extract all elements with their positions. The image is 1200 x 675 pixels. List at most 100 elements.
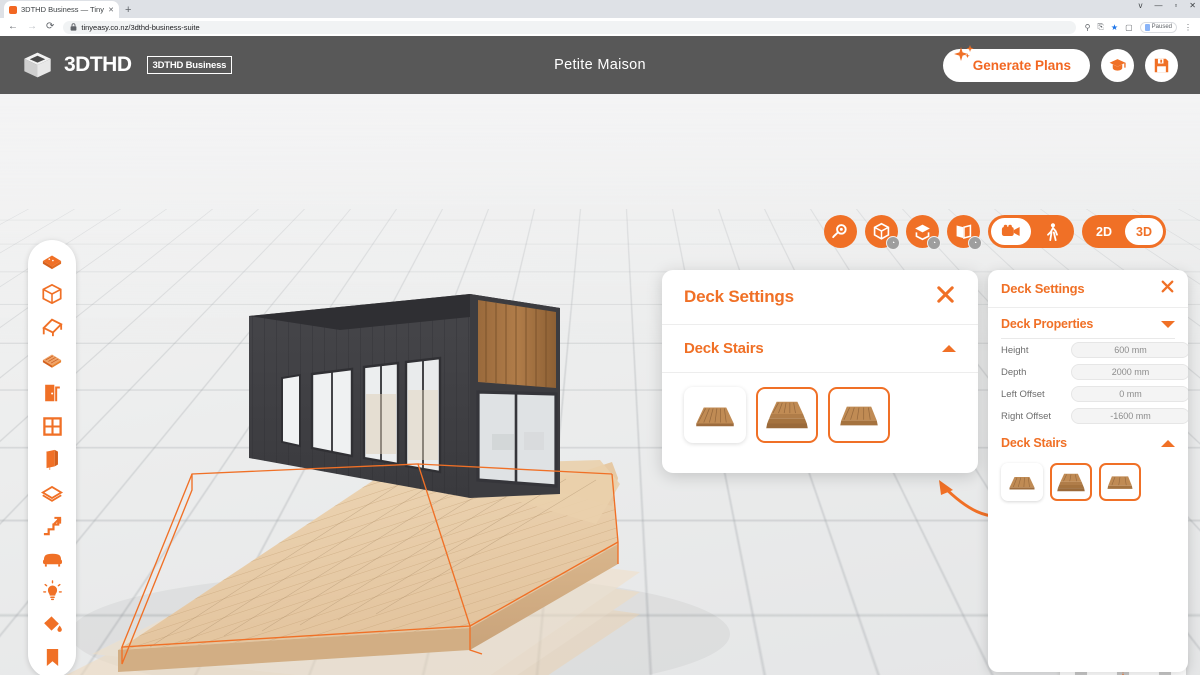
view-tool-model[interactable]: ◔ — [865, 215, 900, 250]
close-x-icon — [937, 286, 954, 303]
magnifier-icon — [832, 224, 847, 239]
reload-button[interactable]: ⟳ — [46, 22, 54, 32]
close-window-button[interactable]: ✕ — [1189, 1, 1196, 10]
stair-option-wide[interactable] — [1050, 463, 1092, 501]
generate-plans-label: Generate Plans — [972, 57, 1071, 73]
grid-floor — [0, 94, 1200, 209]
lightbulb-icon — [42, 580, 62, 601]
browser-menu-icon[interactable]: ⋮ — [1184, 23, 1192, 32]
sidebar-item-room[interactable] — [33, 278, 71, 310]
depth-label: Depth — [1001, 366, 1027, 378]
view-tool-roof-toggle[interactable]: ◔ — [906, 215, 941, 250]
brand-name: 3DTHD — [64, 53, 132, 76]
caret-up-icon[interactable] — [1161, 439, 1175, 447]
view-2d-option[interactable]: 2D — [1085, 218, 1123, 245]
new-tab-button[interactable]: + — [125, 5, 131, 18]
panel-stair-options — [988, 457, 1188, 501]
back-button[interactable]: ← — [8, 22, 18, 32]
deck-stairs-section-header[interactable]: Deck Stairs — [988, 427, 1188, 457]
browser-tabstrip: 3DTHD Business — Tiny Easy - T ✕ + v — ▫… — [0, 0, 1200, 18]
save-button[interactable] — [1145, 48, 1178, 82]
left-offset-label: Left Offset — [1001, 388, 1045, 400]
property-row-left-offset: Left Offset — [988, 383, 1188, 405]
browser-tab[interactable]: 3DTHD Business — Tiny Easy - T ✕ — [4, 1, 119, 18]
learn-button[interactable] — [1101, 48, 1134, 82]
height-label: Height — [1001, 344, 1029, 356]
property-row-height: Height — [988, 339, 1188, 361]
right-offset-input[interactable] — [1071, 408, 1188, 424]
window-icon — [42, 416, 62, 436]
modal-title: Deck Settings — [684, 287, 794, 306]
stair-option-wide[interactable] — [756, 387, 818, 443]
minimize-button[interactable]: — — [1154, 1, 1162, 10]
sidebar-item-floor[interactable] — [33, 476, 71, 508]
walk-mode-option[interactable] — [1033, 218, 1071, 245]
view-3d-option[interactable]: 3D — [1125, 218, 1163, 245]
modal-deck-stairs-section-header[interactable]: Deck Stairs — [662, 325, 978, 373]
browser-omnibar: ← → ⟳ tinyeasy.co.nz/3dthd-business-suit… — [0, 18, 1200, 36]
dimension-toggle[interactable]: 2D 3D — [1082, 215, 1166, 248]
depth-input[interactable] — [1071, 364, 1188, 380]
sidebar-item-stairs[interactable] — [33, 509, 71, 541]
header-actions: Generate Plans — [942, 44, 1178, 82]
stair-thumb-single-icon — [840, 406, 878, 426]
favicon — [9, 5, 17, 14]
property-row-right-offset: Right Offset — [988, 405, 1188, 427]
sidebar-item-furniture[interactable] — [33, 542, 71, 574]
caret-up-icon[interactable] — [942, 345, 956, 352]
camera-mode-option[interactable] — [991, 218, 1031, 245]
height-input[interactable] — [1071, 342, 1188, 358]
chevron-down-icon[interactable]: v — [1138, 1, 1142, 10]
stair-thumb-flat-icon — [1009, 477, 1035, 490]
stair-option-none[interactable] — [684, 387, 746, 443]
sidebar-item-materials[interactable] — [33, 608, 71, 640]
sidebar-item-window[interactable] — [33, 410, 71, 442]
stair-thumb-single-icon — [1107, 476, 1133, 489]
camera-mode-toggle[interactable] — [988, 215, 1074, 248]
left-offset-input[interactable] — [1071, 386, 1188, 402]
view-tool-walls[interactable]: ◔ — [947, 215, 982, 250]
sidepanel-icon[interactable]: ▢ — [1125, 23, 1133, 32]
sidebar-item-deck[interactable] — [33, 344, 71, 376]
bookmark-star-icon[interactable]: ★ — [1111, 23, 1118, 32]
close-icon[interactable] — [935, 284, 956, 310]
stair-thumb-flat-icon — [696, 407, 734, 427]
sidebar-item-door[interactable] — [33, 377, 71, 409]
paused-extension-badge[interactable]: Paused — [1139, 21, 1177, 33]
tab-close-icon[interactable]: ✕ — [108, 6, 114, 14]
sparkle-icon — [953, 44, 974, 61]
viewport-3d[interactable]: ◔ ◔ ◔ 2D 3D Deck Settings Deck Stairs De… — [0, 94, 1200, 675]
sidebar-item-bookmarks[interactable] — [33, 641, 71, 673]
browser-chrome: 3DTHD Business — Tiny Easy - T ✕ + v — ▫… — [0, 0, 1200, 36]
stair-thumb-wide-icon — [1057, 473, 1085, 491]
deck-boards-icon — [42, 354, 62, 368]
password-key-icon[interactable]: ⚲ — [1085, 23, 1091, 32]
left-toolbar — [28, 240, 76, 675]
deck-properties-title: Deck Properties — [1001, 317, 1094, 331]
share-icon[interactable]: ⎘ — [1098, 22, 1104, 32]
url-bar[interactable]: tinyeasy.co.nz/3dthd-business-suite — [63, 20, 1076, 34]
maximize-button[interactable]: ▫ — [1174, 1, 1177, 10]
close-icon[interactable] — [1160, 279, 1175, 299]
sidebar-item-roof[interactable] — [33, 311, 71, 343]
view-tools: ◔ ◔ ◔ 2D 3D — [824, 215, 1166, 250]
bookmark-icon — [46, 648, 58, 666]
view-tool-inspect[interactable] — [824, 215, 857, 248]
deck-settings-panel: Deck Settings Deck Properties Height Dep… — [988, 270, 1188, 672]
cube-logo-icon — [24, 52, 51, 78]
caret-down-icon[interactable] — [1161, 320, 1175, 328]
panel-title: Deck Settings — [1001, 281, 1085, 296]
generate-plans-button[interactable]: Generate Plans — [942, 44, 1090, 82]
sidebar-item-lighting[interactable] — [33, 575, 71, 607]
stair-thumb-wide-icon — [766, 401, 808, 429]
forward-button[interactable]: → — [27, 22, 37, 32]
roof-badge: ◔ — [927, 236, 941, 250]
modal-stair-options — [662, 373, 978, 457]
sidebar-item-foundation[interactable] — [33, 245, 71, 277]
stair-option-none[interactable] — [1001, 463, 1043, 501]
roof-icon — [42, 318, 63, 337]
stair-option-single[interactable] — [828, 387, 890, 443]
deck-properties-section-header[interactable]: Deck Properties — [988, 308, 1188, 338]
sidebar-item-wall[interactable] — [33, 443, 71, 475]
stair-option-single[interactable] — [1099, 463, 1141, 501]
